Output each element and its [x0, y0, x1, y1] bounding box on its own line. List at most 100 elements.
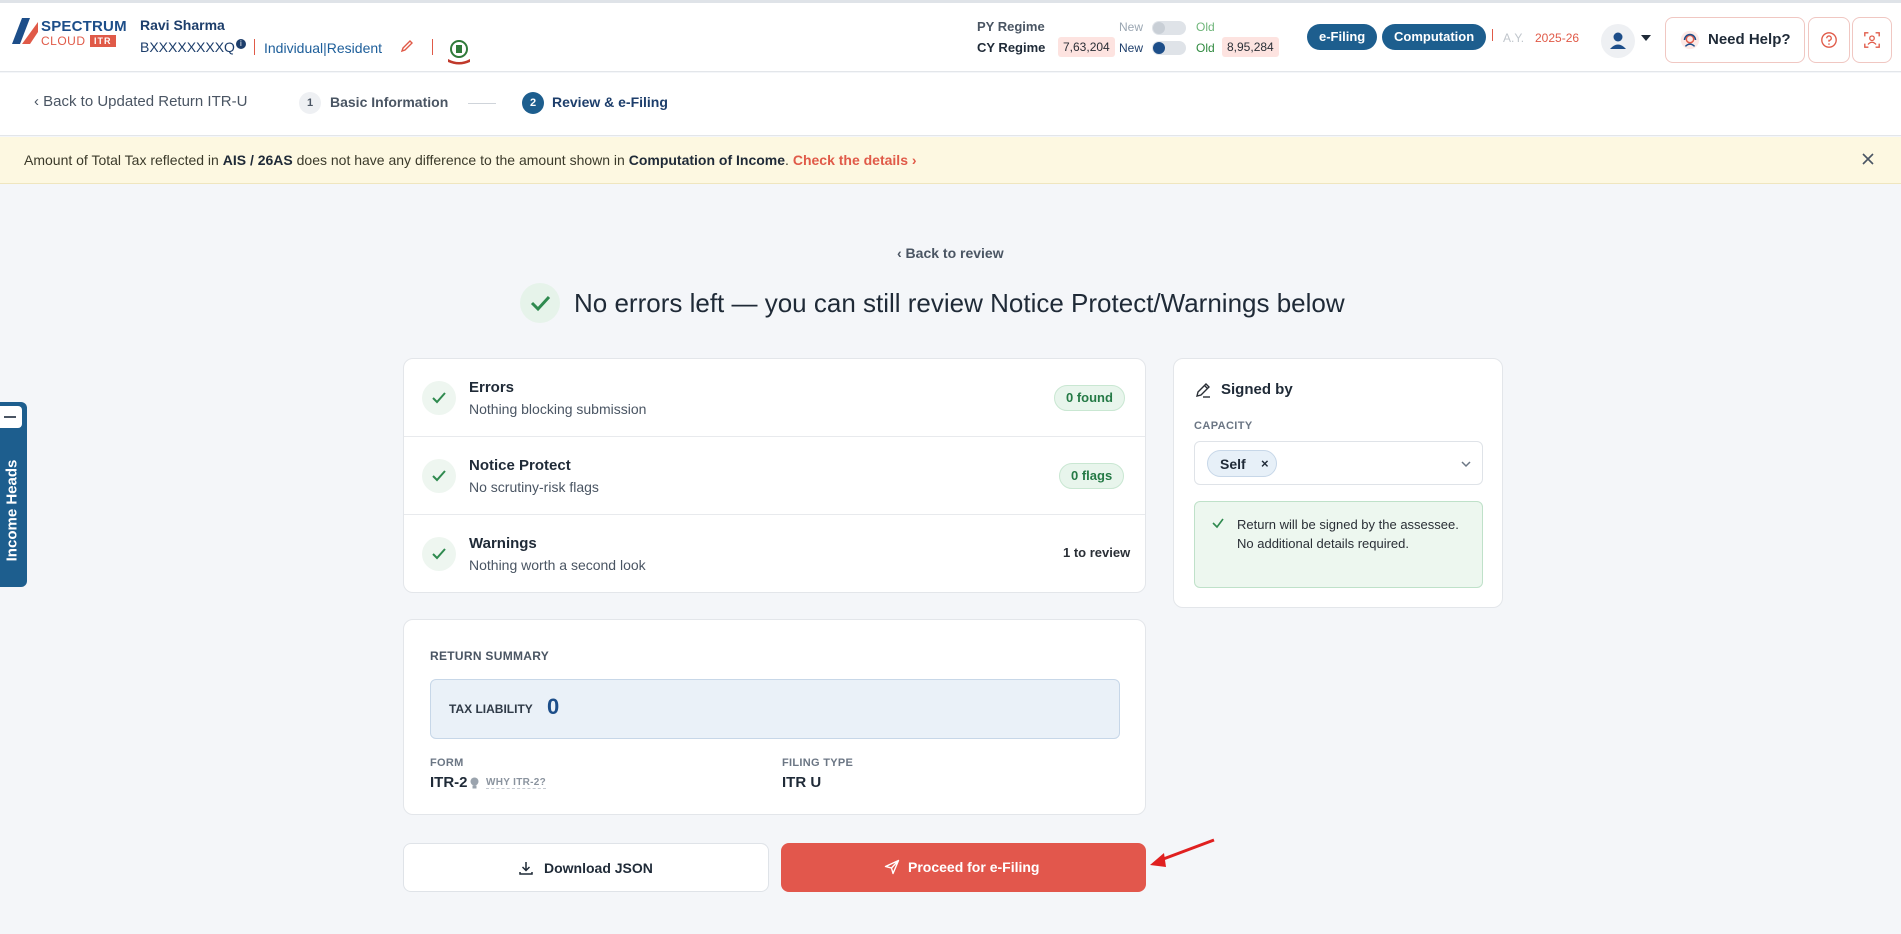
capacity-select[interactable]: Self × [1194, 441, 1483, 485]
help-button[interactable] [1808, 17, 1850, 63]
cy-old-label: Old [1196, 41, 1215, 55]
return-summary-card: RETURN SUMMARY TAX LIABILITY 0 FORM ITR-… [403, 619, 1146, 815]
user-pan: BXXXXXXXXQ i [140, 39, 246, 55]
signing-note-text: Return will be signed by the assessee. N… [1237, 517, 1459, 551]
banner-text-part: does not have any difference to the amou… [292, 152, 629, 168]
py-regime-label: PY Regime [977, 19, 1045, 34]
need-help-button[interactable]: Need Help? [1665, 17, 1805, 63]
check-row-errors[interactable]: Errors Nothing blocking submission 0 fou… [404, 359, 1145, 437]
check-subtitle: Nothing worth a second look [469, 557, 646, 573]
step-2-label[interactable]: Review & e-Filing [552, 94, 668, 110]
emblem-icon [448, 40, 470, 65]
divider [1492, 29, 1493, 41]
download-icon [519, 862, 533, 875]
why-itr2-link[interactable]: WHY ITR-2? [486, 777, 547, 789]
check-title: Errors [469, 379, 515, 396]
capacity-chip[interactable]: Self × [1207, 450, 1277, 477]
capacity-value: Self [1220, 456, 1246, 472]
py-new-label: New [1119, 20, 1144, 34]
check-subtitle: Nothing blocking submission [469, 401, 647, 417]
banner-text-part: Amount of Total Tax reflected in [24, 152, 223, 168]
edit-icon[interactable] [400, 39, 414, 53]
page-title: No errors left — you can still review No… [574, 288, 1345, 318]
user-pan-value: BXXXXXXXXQ [140, 39, 235, 55]
send-icon [884, 859, 900, 875]
proceed-efiling-button[interactable]: Proceed for e-Filing [781, 843, 1146, 892]
step-1-label[interactable]: Basic Information [330, 94, 448, 110]
check-row-warnings[interactable]: Warnings Nothing worth a second look 1 t… [404, 515, 1145, 593]
collapse-icon[interactable] [0, 406, 22, 428]
validation-checks-card: Errors Nothing blocking submission 0 fou… [403, 358, 1146, 593]
cy-regime-label: CY Regime [977, 40, 1046, 55]
signed-by-card: Signed by CAPACITY Self × Return will be… [1173, 358, 1503, 608]
user-type: Individual|Resident [264, 40, 383, 56]
chevron-down-icon[interactable] [1459, 457, 1473, 471]
return-summary-heading: RETURN SUMMARY [430, 649, 550, 663]
tax-liability-box: TAX LIABILITY 0 [430, 679, 1120, 739]
banner-text: Amount of Total Tax reflected in AIS / 2… [24, 152, 917, 168]
tax-liability-value: 0 [547, 694, 560, 719]
proceed-efiling-label: Proceed for e-Filing [908, 859, 1040, 875]
tax-liability-label: TAX LIABILITY [449, 702, 533, 716]
logo-text-cloud: CLOUD [41, 34, 86, 48]
scan-icon [1864, 32, 1880, 48]
divider [432, 39, 433, 55]
download-json-button[interactable]: Download JSON [403, 843, 769, 892]
check-icon [422, 459, 456, 493]
pen-icon [1196, 383, 1210, 398]
status-badge: 1 to review [1063, 545, 1131, 560]
top-header: SPECTRUM CLOUD ITR Ravi Sharma BXXXXXXXX… [0, 0, 1901, 72]
check-title: Warnings [469, 535, 537, 552]
signed-by-title: Signed by [1221, 381, 1293, 398]
banner-text-ais: AIS / 26AS [222, 152, 293, 168]
step-1-number: 1 [299, 92, 321, 114]
support-agent-icon [1680, 30, 1700, 50]
cy-new-amount: 7,63,204 [1058, 37, 1115, 57]
ay-value[interactable]: 2025-26 [1535, 31, 1579, 45]
user-name: Ravi Sharma [140, 17, 225, 33]
check-icon [422, 537, 456, 571]
income-heads-label: Income Heads [3, 459, 21, 562]
screenshot-button[interactable] [1852, 17, 1892, 63]
divider [254, 39, 255, 55]
download-json-label: Download JSON [544, 860, 653, 876]
ay-label: A.Y. [1503, 31, 1525, 45]
capacity-label: CAPACITY [1194, 420, 1253, 432]
chevron-down-icon[interactable] [1641, 35, 1651, 41]
filing-type-value: ITR U [782, 774, 822, 791]
banner-text-part: . [785, 152, 793, 168]
check-row-notice-protect[interactable]: Notice Protect No scrutiny-risk flags 0 … [404, 437, 1145, 515]
annotation-arrow-icon [1150, 838, 1215, 867]
close-icon[interactable] [1858, 149, 1878, 169]
efiling-button[interactable]: e-Filing [1307, 24, 1378, 50]
step-2-number: 2 [522, 92, 544, 114]
lightbulb-icon [470, 777, 479, 789]
cy-new-label: New [1119, 41, 1144, 55]
filing-type-label: FILING TYPE [782, 757, 854, 769]
logo-mark-icon [12, 18, 38, 44]
remove-icon[interactable]: × [1261, 456, 1269, 471]
avatar[interactable] [1601, 24, 1635, 58]
logo-text-itr: ITR [90, 35, 116, 47]
check-subtitle: No scrutiny-risk flags [469, 479, 599, 495]
banner-text-computation: Computation of Income [628, 152, 786, 168]
success-check-icon [520, 283, 560, 323]
info-icon[interactable]: i [235, 39, 246, 49]
tax-alert-banner: Amount of Total Tax reflected in AIS / 2… [0, 137, 1901, 184]
toggle-knob [1153, 22, 1165, 34]
step-connector [468, 103, 496, 104]
computation-button[interactable]: Computation [1382, 24, 1487, 50]
spectrum-logo[interactable]: SPECTRUM CLOUD ITR [12, 16, 127, 48]
income-heads-tab[interactable]: Income Heads [0, 402, 27, 587]
question-icon [1821, 32, 1837, 48]
check-icon [530, 295, 551, 312]
py-regime-toggle[interactable] [1152, 21, 1186, 35]
status-badge: 0 flags [1059, 463, 1125, 489]
form-value: ITR-2 [430, 774, 468, 791]
cy-regime-toggle[interactable] [1152, 41, 1186, 55]
back-to-itr-u-link[interactable]: ‹ Back to Updated Return ITR-U [34, 93, 247, 110]
stepper-bar: ‹ Back to Updated Return ITR-U 1 Basic I… [0, 73, 1901, 136]
check-details-link[interactable]: Check the details › [793, 152, 917, 168]
cy-old-amount: 8,95,284 [1222, 37, 1279, 57]
back-to-review-link[interactable]: ‹ Back to review [897, 245, 1004, 261]
